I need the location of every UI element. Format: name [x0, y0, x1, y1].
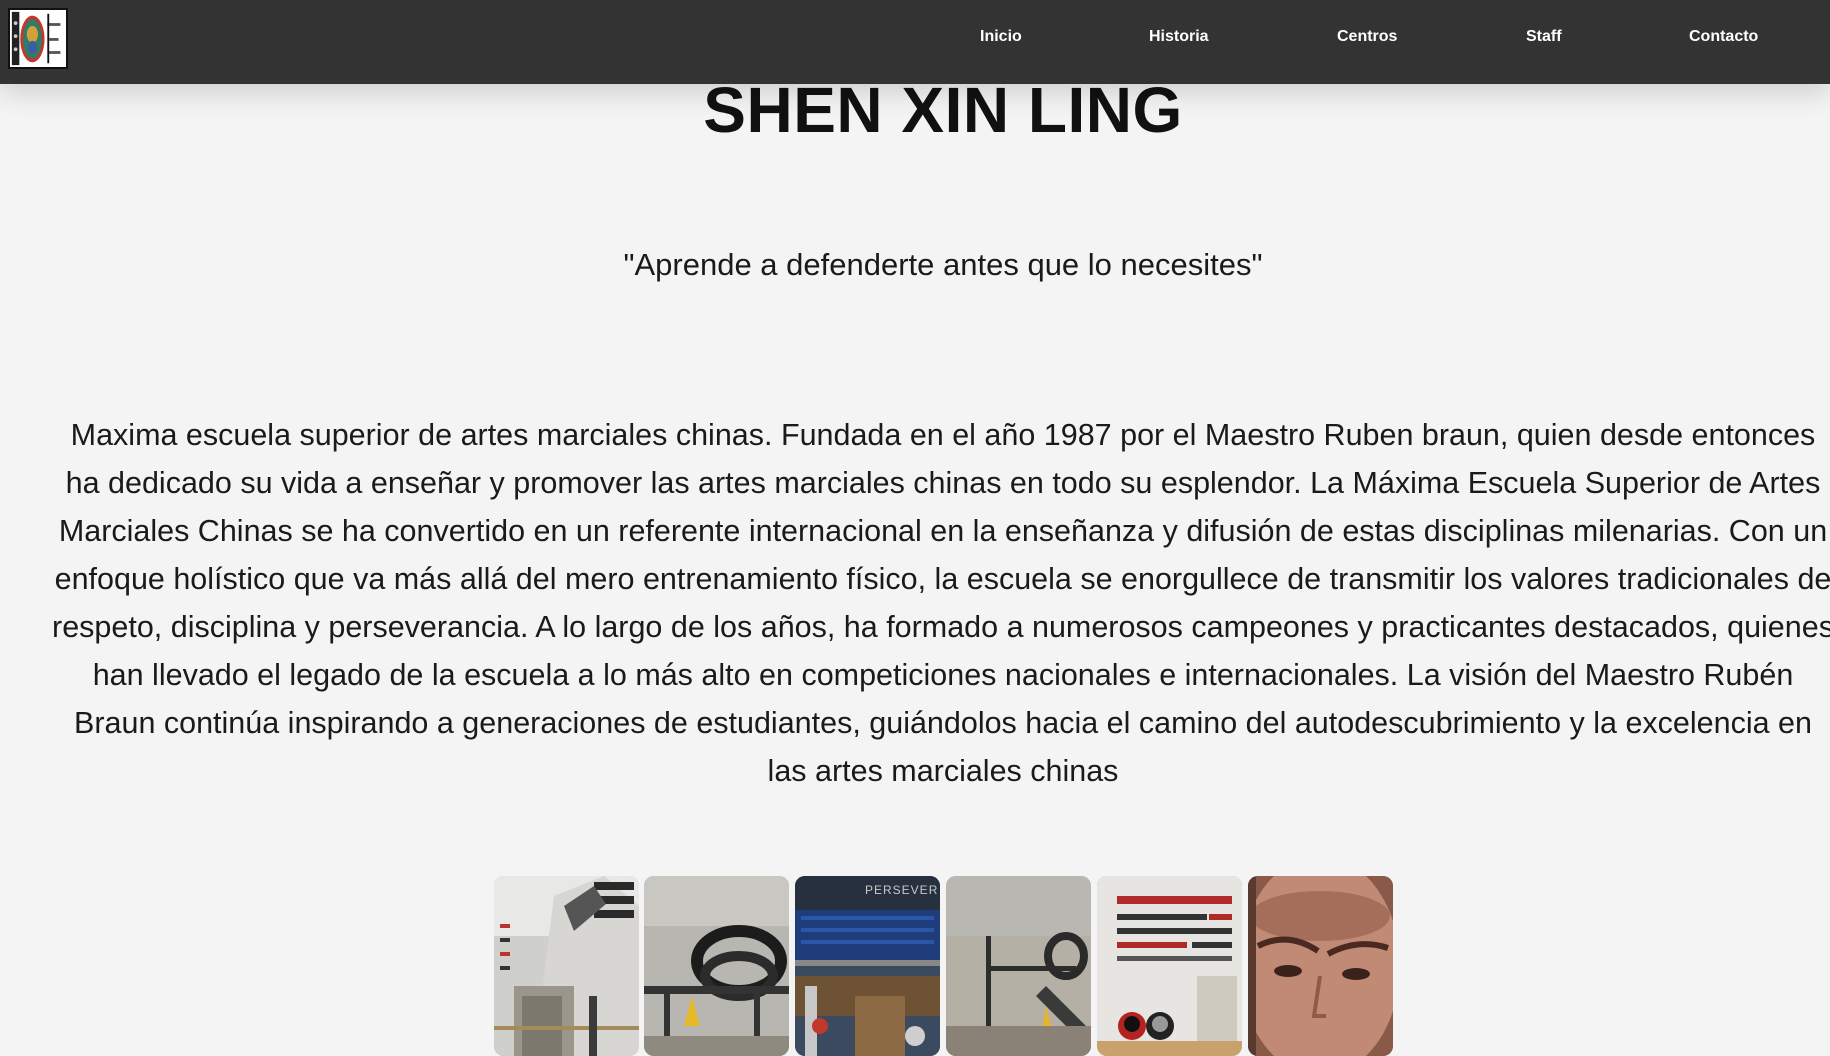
navbar: Inicio Historia Centros Staff Contacto [0, 0, 1830, 84]
gallery-photo-5[interactable] [1097, 876, 1242, 1056]
banner-text: PERSEVER [865, 883, 938, 897]
belts-helmets-photo-icon [1097, 876, 1242, 1056]
page-title: SHEN XIN LING [703, 74, 1183, 146]
face-portrait-photo-icon [1248, 876, 1393, 1056]
motto-quote: "Aprende a defenderte antes que lo neces… [623, 247, 1263, 282]
nav-link-staff[interactable]: Staff [1526, 28, 1562, 46]
gallery-photo-6[interactable] [1248, 876, 1393, 1056]
dragon-logo-icon [10, 10, 66, 67]
logo-link[interactable] [8, 8, 68, 69]
gym-banner-photo-icon: PERSEVER [795, 876, 940, 1056]
photo-gallery: PERSEVER [494, 876, 1394, 1056]
equipment-rack-photo-icon [946, 876, 1091, 1056]
school-description: Maxima escuela superior de artes marcial… [52, 418, 1830, 788]
nav-link-inicio[interactable]: Inicio [980, 28, 1022, 46]
gallery-photo-3[interactable]: PERSEVER [795, 876, 940, 1056]
nav-link-centros[interactable]: Centros [1337, 28, 1397, 46]
nav-link-contacto[interactable]: Contacto [1689, 28, 1758, 46]
gallery-photo-2[interactable] [644, 876, 789, 1056]
nav-link-historia[interactable]: Historia [1149, 28, 1209, 46]
dojo-wall-photo-icon [494, 876, 639, 1056]
gallery-photo-1[interactable] [494, 876, 639, 1056]
gallery-photo-4[interactable] [946, 876, 1091, 1056]
training-equipment-photo-icon [644, 876, 789, 1056]
